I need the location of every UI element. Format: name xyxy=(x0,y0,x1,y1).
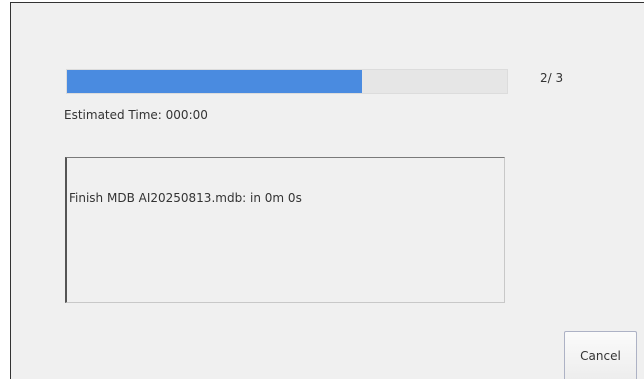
log-line: Finish MDB AI20250813.mdb: in 0m 0s xyxy=(69,191,302,205)
progress-bar xyxy=(66,69,508,94)
log-output[interactable]: Finish MDB AI20250813.mdb: in 0m 0s xyxy=(65,157,505,303)
cancel-button[interactable]: Cancel xyxy=(564,331,637,379)
progress-dialog: 2/ 3 Estimated Time: 000:00 Finish MDB A… xyxy=(10,2,644,379)
progress-count: 2/ 3 xyxy=(540,71,564,85)
estimated-time-label: Estimated Time: 000:00 xyxy=(64,108,208,122)
progress-bar-fill xyxy=(67,70,362,93)
